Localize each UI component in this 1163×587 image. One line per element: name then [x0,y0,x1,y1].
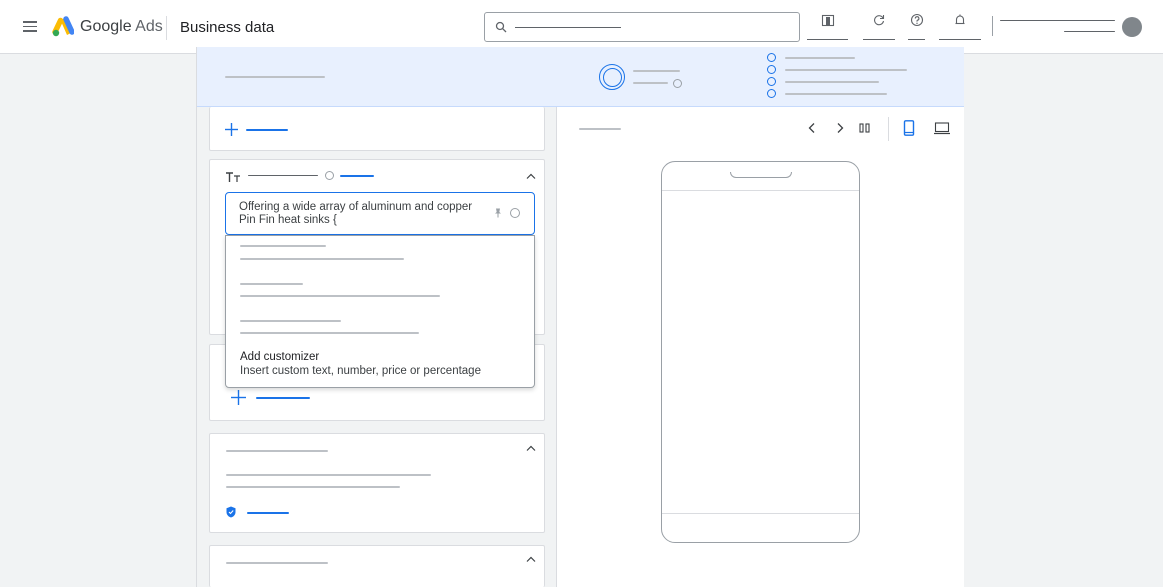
page-title: Business data [180,19,275,36]
account-id-placeholder [1064,31,1115,32]
avatar[interactable] [1122,17,1142,37]
search-placeholder [515,27,621,28]
suggestion-text-placeholder[interactable] [240,295,440,297]
checklist-item-placeholder [785,81,879,83]
preview-label-placeholder [579,128,621,130]
reports-icon [821,14,834,27]
help-icon[interactable] [510,208,520,218]
pin-icon[interactable] [494,208,502,218]
chevron-up-icon[interactable] [526,556,536,562]
card-title-placeholder [226,450,328,452]
notifications-icon [955,14,965,25]
shield-icon [226,506,236,518]
google-ads-logo-icon[interactable] [52,16,74,38]
suggestion-text-placeholder[interactable] [240,258,404,260]
chevron-right-icon[interactable] [833,121,847,135]
app-name[interactable]: Google Ads [80,18,163,36]
chevron-left-icon[interactable] [805,121,819,135]
phone-bottom-bezel [662,513,859,514]
add-customizer-title: Add customizer [240,351,320,363]
refresh-button[interactable] [863,10,895,40]
ad-strength-help-icon[interactable] [673,79,682,88]
checklist-dot-icon [767,65,776,74]
search-icon [495,21,507,33]
toolbar-divider [992,16,993,36]
phone-top-bezel [662,190,859,191]
text-format-icon [226,172,240,182]
headlines-count-placeholder [340,175,374,177]
account-name-placeholder[interactable] [1000,20,1115,21]
ad-strength-banner [197,47,964,107]
headlines-label-placeholder [248,175,318,176]
checklist-item-placeholder [785,93,887,95]
mobile-icon[interactable] [902,120,916,136]
preview-divider [888,117,889,141]
top-app-bar: Google Ads Business data [0,0,1163,54]
add-description-placeholder[interactable] [256,397,310,399]
mobile-preview-frame [661,161,860,543]
checklist-dot-icon [767,53,776,62]
reports-button[interactable] [807,10,848,40]
headlines-help-icon[interactable] [325,171,334,180]
help-button[interactable] [908,10,925,40]
ad-editor-workspace: Offering a wide array of aluminum and co… [196,47,964,587]
add-link-placeholder[interactable] [246,129,288,131]
add-icon[interactable] [225,123,238,136]
checklist-dot-icon [767,77,776,86]
headline-input[interactable]: Offering a wide array of aluminum and co… [225,192,535,235]
chevron-up-icon[interactable] [526,173,536,179]
suggestion-title-placeholder[interactable] [240,245,326,247]
chevron-up-icon[interactable] [526,445,536,451]
phone-speaker [730,172,792,178]
asset-editor-column: Offering a wide array of aluminum and co… [197,107,556,587]
ad-strength-label-placeholder [633,70,680,72]
desktop-icon[interactable] [934,121,950,135]
card-title-placeholder [226,562,328,564]
suggestion-title-placeholder[interactable] [240,283,303,285]
ad-strength-ring-icon [599,64,625,90]
app-name-ads: Ads [135,18,163,35]
add-icon[interactable] [231,390,246,405]
app-name-google: Google [80,18,132,35]
suggestion-text-placeholder[interactable] [240,332,419,334]
ad-preview-column [556,107,964,587]
menu-icon[interactable] [23,21,37,32]
final-url-card [209,107,545,151]
help-icon [910,13,923,27]
checklist-item-placeholder [785,69,907,71]
more-options-card [209,545,545,587]
refresh-icon [874,15,885,26]
card-text-placeholder [226,474,431,476]
checklist-item-placeholder [785,57,855,59]
customizer-dropdown: Add customizer Insert custom text, numbe… [225,235,535,388]
notifications-button[interactable] [939,10,981,40]
suggestion-title-placeholder[interactable] [240,320,341,322]
search-input[interactable] [484,12,800,42]
policy-card [209,433,545,533]
banner-title-placeholder [225,76,325,78]
policy-link-placeholder[interactable] [247,512,289,514]
add-customizer-subtitle: Insert custom text, number, price or per… [240,365,481,377]
headline-value[interactable]: Offering a wide array of aluminum and co… [239,201,484,227]
ad-strength-value-placeholder [633,82,668,84]
checklist-dot-icon [767,89,776,98]
pause-icon[interactable] [858,121,872,135]
title-divider [166,16,167,40]
card-text-placeholder [226,486,400,488]
